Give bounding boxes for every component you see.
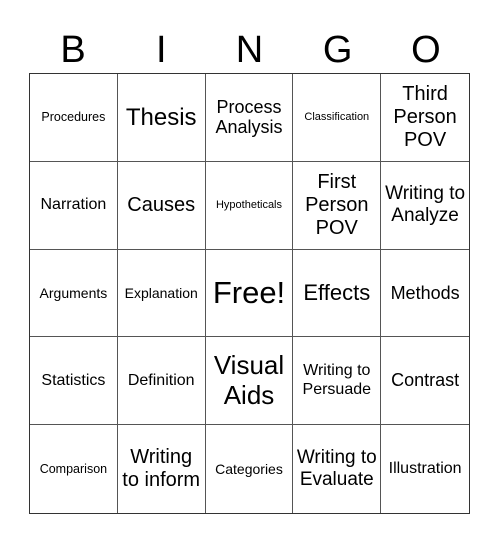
bingo-cell[interactable]: Effects: [293, 249, 382, 338]
bingo-cell[interactable]: Contrast: [381, 337, 469, 426]
bingo-cell[interactable]: Process Analysis: [205, 74, 294, 162]
bingo-cell[interactable]: Explanation: [117, 249, 206, 338]
bingo-cell[interactable]: Narration: [30, 161, 118, 250]
bingo-cell[interactable]: Writing to Persuade: [293, 337, 382, 426]
bingo-cell[interactable]: Writing to inform: [118, 425, 206, 513]
bingo-cell[interactable]: Definition: [117, 337, 206, 426]
bingo-cell[interactable]: Arguments: [30, 249, 118, 338]
free-space-cell[interactable]: Free!: [205, 249, 294, 338]
bingo-cell[interactable]: Writing to Analyze: [381, 162, 469, 250]
bingo-cell[interactable]: Statistics: [30, 337, 118, 426]
bingo-cell[interactable]: Third Person POV: [381, 74, 469, 162]
bingo-cell[interactable]: First Person POV: [293, 161, 382, 250]
header-letter-g: G: [322, 29, 353, 71]
bingo-cell[interactable]: Thesis: [117, 74, 206, 162]
bingo-cell[interactable]: Comparison: [30, 425, 118, 513]
bingo-grid: Procedures Thesis Process Analysis Class…: [29, 73, 470, 514]
header-letter-b: B: [60, 29, 86, 71]
bingo-cell[interactable]: Hypotheticals: [205, 161, 294, 250]
bingo-cell[interactable]: Methods: [381, 250, 469, 338]
bingo-cell[interactable]: Writing to Evaluate: [293, 425, 382, 513]
bingo-cell[interactable]: Procedures: [30, 74, 118, 162]
header-letter-o: O: [411, 29, 441, 71]
bingo-cell[interactable]: Causes: [117, 161, 206, 250]
bingo-cell[interactable]: Classification: [293, 74, 382, 162]
header-letter-i: I: [156, 29, 167, 71]
bingo-header: B I N G O: [29, 28, 470, 72]
bingo-cell[interactable]: Categories: [206, 425, 294, 513]
bingo-cell[interactable]: Illustration: [381, 425, 469, 513]
bingo-cell[interactable]: Visual Aids: [205, 337, 294, 426]
header-letter-n: N: [235, 29, 264, 71]
